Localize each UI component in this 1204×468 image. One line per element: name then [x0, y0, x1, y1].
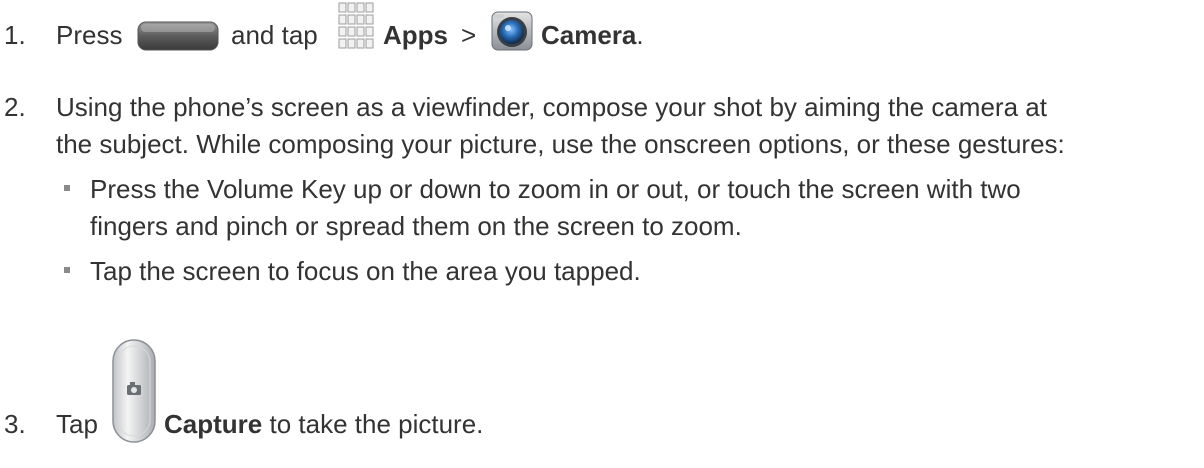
- step-2-line-2: the subject. While composing your pictur…: [56, 129, 1065, 159]
- home-key-icon: [137, 21, 219, 51]
- bullet-marker: [64, 267, 70, 273]
- step-2-number: 2.: [4, 92, 26, 122]
- step-3-tap-text: Tap: [56, 409, 98, 439]
- step-3-number: 3.: [4, 409, 26, 439]
- bullet-marker: [64, 185, 70, 191]
- step-1-number: 1.: [4, 20, 26, 50]
- capture-label: Capture: [164, 409, 263, 439]
- camera-app-icon: [491, 11, 533, 51]
- step-3-rest-text: to take the picture.: [269, 409, 484, 439]
- apps-grid-icon: [338, 2, 374, 49]
- step-1-end: .: [636, 20, 644, 50]
- apps-label: Apps: [383, 20, 448, 50]
- step-1-press-text: Press: [56, 20, 123, 50]
- separator: >: [461, 20, 477, 50]
- camera-label: Camera.: [541, 20, 644, 50]
- bullet-1-line-2: fingers and pinch or spread them on the …: [90, 211, 742, 241]
- bullet-2-line-1: Tap the screen to focus on the area you …: [90, 256, 641, 286]
- bullet-1-line-1: Press the Volume Key up or down to zoom …: [90, 174, 1021, 204]
- step-2-line-1: Using the phone’s screen as a viewfinder…: [56, 92, 1047, 122]
- capture-button-icon: [112, 339, 156, 443]
- step-1-and-tap-text: and tap: [231, 20, 318, 50]
- step-3-capture-text: Capture to take the picture.: [164, 408, 483, 440]
